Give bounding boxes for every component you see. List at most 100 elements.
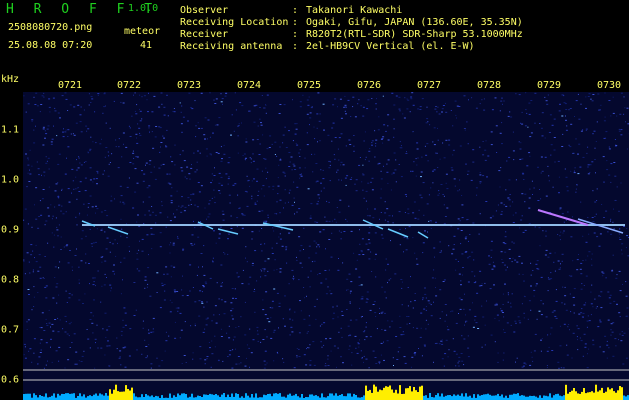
noise-pixel bbox=[363, 355, 365, 357]
noise-pixel bbox=[445, 182, 447, 184]
noise-pixel bbox=[48, 322, 51, 324]
noise-pixel bbox=[158, 106, 161, 108]
noise-pixel bbox=[201, 302, 204, 304]
noise-pixel bbox=[196, 169, 198, 171]
noise-pixel bbox=[190, 167, 193, 169]
noise-pixel bbox=[468, 255, 471, 257]
noise-pixel bbox=[313, 126, 315, 128]
noise-pixel bbox=[236, 226, 238, 228]
noise-pixel bbox=[43, 92, 45, 94]
noise-pixel bbox=[199, 152, 201, 154]
noise-pixel bbox=[489, 288, 492, 290]
noise-pixel bbox=[533, 295, 535, 297]
noise-pixel bbox=[146, 187, 149, 189]
noise-pixel bbox=[154, 214, 157, 216]
noise-pixel bbox=[575, 188, 577, 190]
noise-pixel bbox=[486, 300, 487, 302]
noise-pixel bbox=[54, 266, 57, 268]
noise-pixel bbox=[216, 124, 219, 126]
noise-pixel bbox=[386, 340, 389, 342]
noise-pixel bbox=[592, 133, 594, 135]
noise-pixel bbox=[101, 228, 103, 230]
level-bar bbox=[115, 384, 117, 400]
noise-pixel bbox=[230, 134, 232, 136]
level-bar bbox=[349, 393, 351, 400]
noise-pixel bbox=[222, 213, 225, 215]
noise-pixel bbox=[231, 114, 233, 116]
noise-pixel bbox=[51, 138, 54, 140]
noise-pixel bbox=[233, 130, 235, 132]
noise-pixel bbox=[440, 250, 442, 252]
noise-pixel bbox=[501, 143, 503, 145]
noise-pixel bbox=[481, 283, 483, 285]
noise-pixel bbox=[156, 292, 158, 293]
noise-pixel bbox=[438, 190, 440, 192]
noise-pixel bbox=[284, 325, 286, 327]
noise-pixel bbox=[374, 357, 377, 358]
noise-pixel bbox=[457, 218, 460, 220]
noise-pixel bbox=[291, 269, 294, 271]
noise-pixel bbox=[294, 123, 297, 125]
noise-pixel bbox=[564, 295, 567, 297]
noise-pixel bbox=[531, 180, 533, 182]
noise-pixel bbox=[56, 283, 59, 285]
noise-pixel bbox=[170, 242, 172, 244]
noise-pixel bbox=[198, 300, 201, 302]
noise-pixel bbox=[93, 178, 96, 180]
noise-pixel bbox=[322, 229, 325, 231]
noise-pixel bbox=[569, 329, 570, 331]
noise-pixel bbox=[604, 92, 606, 94]
noise-pixel bbox=[607, 231, 609, 233]
noise-pixel bbox=[553, 261, 555, 263]
noise-pixel bbox=[599, 109, 601, 111]
level-bar bbox=[205, 394, 207, 400]
noise-pixel bbox=[78, 156, 80, 158]
noise-pixel bbox=[90, 136, 92, 138]
noise-pixel bbox=[139, 240, 140, 242]
noise-pixel bbox=[278, 164, 280, 166]
noise-pixel bbox=[539, 245, 541, 247]
noise-pixel bbox=[169, 220, 172, 222]
noise-pixel bbox=[95, 178, 98, 180]
noise-pixel bbox=[379, 197, 382, 199]
noise-pixel bbox=[430, 304, 432, 306]
noise-pixel bbox=[425, 309, 427, 311]
noise-pixel bbox=[180, 206, 182, 208]
noise-pixel bbox=[461, 253, 464, 255]
noise-pixel bbox=[365, 243, 368, 245]
noise-pixel bbox=[155, 126, 158, 127]
noise-pixel bbox=[56, 302, 58, 304]
noise-pixel bbox=[313, 240, 316, 242]
noise-pixel bbox=[54, 190, 57, 192]
noise-pixel bbox=[89, 148, 92, 150]
noise-pixel bbox=[608, 146, 610, 148]
noise-pixel bbox=[57, 182, 59, 184]
noise-pixel bbox=[467, 347, 470, 349]
noise-pixel bbox=[620, 340, 623, 342]
noise-pixel bbox=[565, 309, 568, 311]
noise-pixel bbox=[138, 127, 141, 129]
noise-pixel bbox=[451, 310, 454, 312]
noise-pixel bbox=[304, 157, 306, 159]
noise-pixel bbox=[324, 270, 327, 271]
noise-pixel bbox=[39, 277, 42, 279]
noise-pixel bbox=[327, 365, 330, 366]
noise-pixel bbox=[228, 337, 231, 339]
level-bar bbox=[123, 391, 125, 400]
noise-pixel bbox=[182, 275, 183, 277]
noise-pixel bbox=[300, 245, 303, 247]
level-bar bbox=[547, 396, 549, 400]
noise-pixel bbox=[67, 262, 70, 264]
noise-pixel bbox=[148, 163, 151, 165]
noise-pixel bbox=[387, 139, 390, 141]
noise-pixel bbox=[146, 234, 149, 236]
noise-pixel bbox=[160, 92, 163, 94]
noise-pixel bbox=[278, 236, 280, 238]
noise-pixel bbox=[324, 365, 327, 367]
noise-pixel bbox=[223, 313, 226, 315]
noise-pixel bbox=[129, 250, 130, 252]
noise-pixel bbox=[563, 323, 566, 325]
noise-pixel bbox=[65, 211, 67, 213]
noise-pixel bbox=[320, 190, 322, 192]
noise-pixel bbox=[44, 130, 46, 132]
